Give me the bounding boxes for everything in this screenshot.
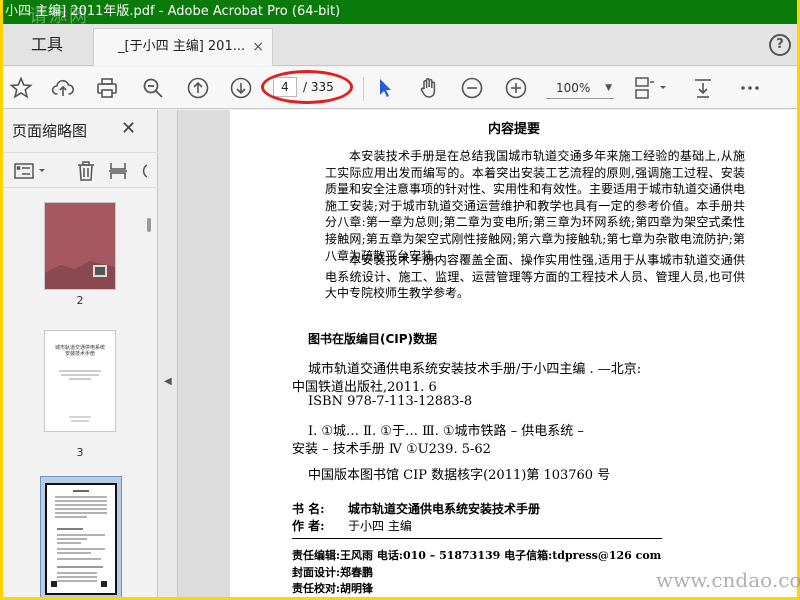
panel-splitter[interactable]: ◀: [158, 110, 178, 597]
toolbar-separator: [363, 77, 364, 101]
panel-title: 页面缩略图: [12, 122, 88, 140]
proofreader-line: 责任校对:胡明锋: [292, 582, 374, 595]
cip-line: 中国版本图书馆 CIP 数据核字(2011)第 103760 号: [308, 468, 611, 483]
zoom-in-icon[interactable]: [504, 76, 528, 100]
summary-paragraph: 本安装技术手册是在总结我国城市轨道交通多年来施工经验的基础上,从施工实际应用出发…: [325, 149, 746, 263]
cip-line: 安装 – 技术手册 Ⅳ ①U239. 5-62: [292, 442, 491, 457]
cip-heading: 图书在版编目(CIP)数据: [308, 332, 438, 346]
divider: [292, 538, 662, 539]
download-tray-icon[interactable]: [691, 76, 715, 100]
selected-page-thumbnail[interactable]: [40, 476, 122, 597]
thumbnail-list: 2 城市轨道交通供电系统安装技术手册 3: [3, 190, 143, 597]
cip-line: 城市轨道交通供电系统安装技术手册/于小四主编 . —北京:: [308, 362, 642, 377]
acrobat-window: 小四 主编] 2011年版.pdf - Adobe Acrobat Pro (6…: [3, 0, 797, 597]
collapse-arrow-icon[interactable]: ◀: [164, 376, 172, 387]
close-panel-icon[interactable]: ✕: [121, 118, 136, 139]
page-thumbnail: [45, 483, 117, 595]
extract-page-icon[interactable]: [107, 161, 129, 181]
hand-icon[interactable]: [417, 76, 441, 100]
page-thumbnail[interactable]: [44, 202, 116, 290]
zoom-out-icon[interactable]: [460, 76, 484, 100]
summary-paragraph-2: 本安装技术手册内容覆盖全面、操作实用性强,适用于从事城市轨道交通供电系统设计、施…: [325, 253, 745, 301]
author-label: 作 者:: [292, 519, 325, 533]
thumbnail-page-label: 2: [76, 294, 84, 307]
editor-line: 责任编辑:王风雨 电话:010 – 51873139 电子信箱:tdpress@…: [292, 549, 662, 562]
star-icon[interactable]: [9, 76, 33, 100]
book-name-value: 城市轨道交通供电系统安装技术手册: [348, 502, 541, 516]
print-icon[interactable]: [95, 76, 119, 100]
panel-toolbar: [3, 152, 158, 188]
scrollbar-thumb[interactable]: [147, 218, 151, 232]
tab-document-label: _[于小四 主编] 201...: [118, 39, 246, 54]
chevron-down-icon: ▼: [605, 83, 612, 93]
title-bar: 小四 主编] 2011年版.pdf - Adobe Acrobat Pro (6…: [3, 0, 797, 24]
thumbnail-page-label: 3: [76, 446, 84, 459]
main-toolbar: 4 / 335 100% ▼: [3, 67, 797, 109]
page-highlight-annotation: [261, 70, 353, 104]
pointer-icon[interactable]: [373, 76, 397, 100]
book-name-label: 书 名:: [292, 502, 325, 516]
arrow-up-circle-icon[interactable]: [186, 76, 210, 100]
cover-image: [45, 203, 115, 289]
cover-design-line: 封面设计:郑春鹏: [292, 566, 374, 579]
arrow-down-circle-icon[interactable]: [229, 76, 253, 100]
tab-tools[interactable]: 工具: [3, 24, 91, 66]
thumbnail-scrollbar[interactable]: [143, 190, 157, 597]
thumbnails-panel: 页面缩略图 ✕ 2 城市轨道交通供电系统安装技术手册 3: [3, 110, 158, 597]
page-thumbnail[interactable]: 城市轨道交通供电系统安装技术手册: [44, 330, 116, 432]
thumbnail-page-content: [51, 490, 107, 587]
cip-line: ISBN 978-7-113-12883-8: [308, 394, 473, 409]
page-layout-icon[interactable]: [633, 76, 669, 100]
zoom-search-icon[interactable]: [141, 76, 165, 100]
document-view[interactable]: 内容提要 本安装技术手册是在总结我国城市轨道交通多年来施工经验的基础上,从施工实…: [178, 110, 797, 597]
cip-line: 中国铁道出版社,2011. 6: [292, 380, 437, 395]
help-icon[interactable]: ?: [769, 34, 791, 56]
tab-document[interactable]: _[于小四 主编] 201... ×: [93, 28, 273, 66]
upload-cloud-icon[interactable]: [51, 76, 75, 100]
pdf-page: 内容提要 本安装技术手册是在总结我国城市轨道交通多年来施工经验的基础上,从施工实…: [230, 110, 797, 597]
thumbnail-options-icon[interactable]: [13, 161, 49, 181]
tab-bar: 工具 _[于小四 主编] 201... × ?: [3, 24, 797, 66]
zoom-select[interactable]: 100% ▼: [546, 77, 614, 99]
cip-line: Ⅰ. ①城… Ⅱ. ①于… Ⅲ. ①城市铁路 – 供电系统 –: [308, 424, 584, 439]
zoom-value: 100%: [556, 81, 591, 95]
trash-icon[interactable]: [75, 161, 97, 181]
more-icon[interactable]: [738, 76, 762, 100]
page-heading: 内容提要: [487, 122, 540, 137]
close-icon[interactable]: ×: [252, 29, 264, 65]
rotate-icon[interactable]: [137, 161, 149, 181]
author-value: 于小四 主编: [348, 519, 412, 533]
thumbnail-page-content: [59, 370, 101, 422]
window-title: 小四 主编] 2011年版.pdf - Adobe Acrobat Pro (6…: [5, 4, 341, 19]
